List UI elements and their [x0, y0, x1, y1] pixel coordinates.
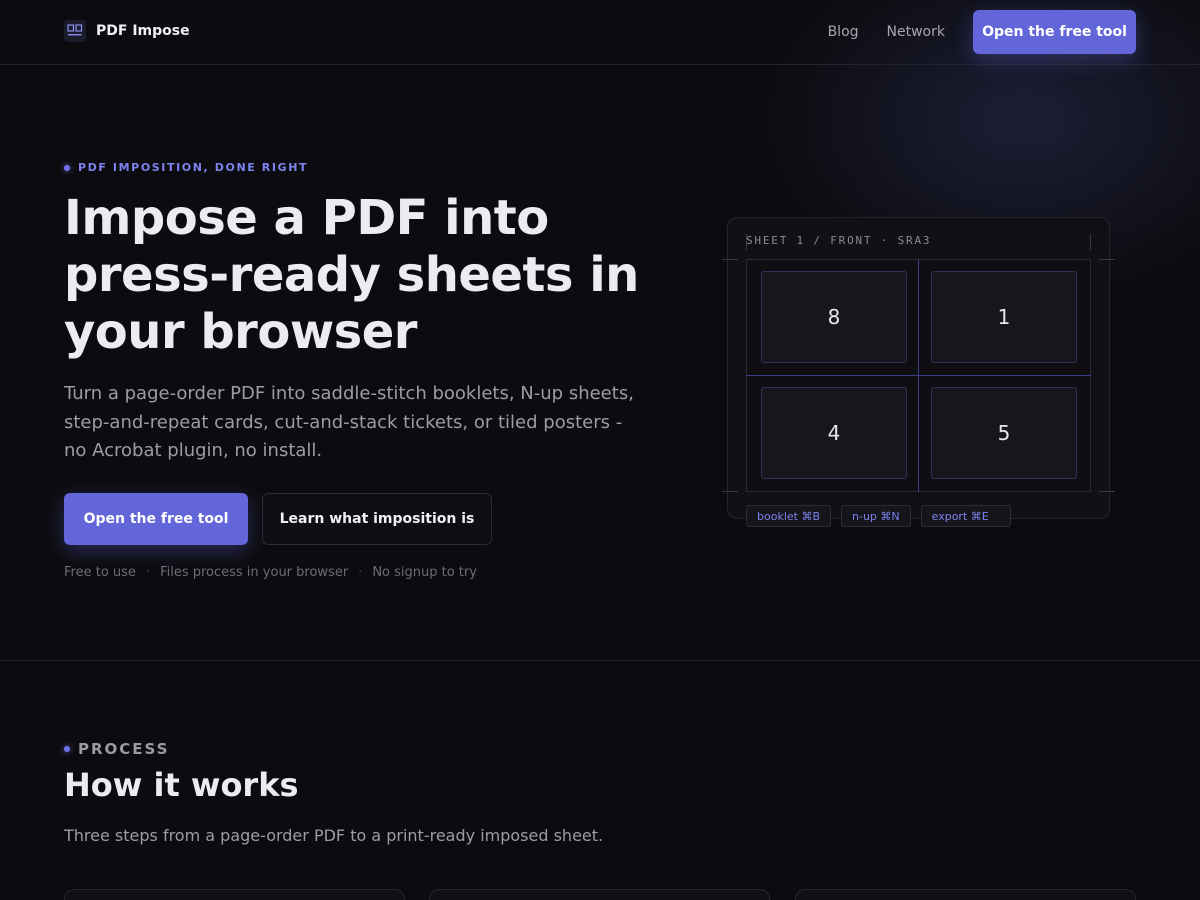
booklet-shortcut-chip[interactable]: booklet ⌘B — [746, 505, 831, 527]
crop-mark — [722, 491, 738, 492]
hero-eyebrow-text: PDF IMPOSITION, DONE RIGHT — [78, 161, 309, 174]
main-nav: Blog Network Open the free tool — [828, 10, 1136, 54]
step-card — [429, 889, 770, 900]
trust-item-free: Free to use — [64, 565, 136, 580]
process-eyebrow: PROCESS — [64, 740, 169, 758]
pdf-impose-logo-icon — [64, 20, 86, 42]
nav-link-blog[interactable]: Blog — [828, 24, 859, 40]
eyebrow-dot-icon — [64, 164, 70, 171]
hero-title: Impose a PDF into press-ready sheets in … — [64, 190, 639, 360]
trust-points: Free to use · Files process in your brow… — [64, 565, 477, 580]
trust-item-browser: Files process in your browser — [160, 565, 349, 580]
fold-line-horizontal — [746, 375, 1091, 376]
crop-mark — [1099, 491, 1115, 492]
crop-mark — [1090, 234, 1091, 250]
step-card — [795, 889, 1136, 900]
hero-eyebrow: PDF IMPOSITION, DONE RIGHT — [64, 161, 308, 174]
header-open-tool-button[interactable]: Open the free tool — [973, 10, 1136, 54]
trust-separator: · — [145, 565, 151, 580]
trust-separator: · — [358, 565, 363, 580]
step-card — [64, 889, 405, 900]
hero-description: Turn a page-order PDF into saddle-stitch… — [64, 383, 634, 461]
page-cell[interactable]: 1 — [931, 271, 1077, 363]
process-description: Three steps from a page-order PDF to a p… — [64, 826, 604, 845]
process-title: How it works — [64, 766, 299, 804]
n-up-shortcut-chip[interactable]: n-up ⌘N — [841, 505, 911, 527]
section-divider — [0, 660, 1200, 661]
learn-imposition-button[interactable]: Learn what imposition is — [262, 493, 492, 545]
nav-link-network[interactable]: Network — [887, 24, 945, 40]
trust-item-no-signup: No signup to try — [372, 565, 477, 580]
sheet-label: SHEET 1 / FRONT · SRA3 — [746, 234, 932, 247]
export-shortcut-chip[interactable]: export ⌘E — [920, 505, 1011, 527]
page-cell[interactable]: 4 — [761, 387, 907, 479]
page-cell[interactable]: 5 — [931, 387, 1077, 479]
top-navigation-bar: PDF Impose Blog Network Open the free to… — [0, 0, 1200, 65]
hero-open-tool-button[interactable]: Open the free tool — [64, 493, 248, 545]
crop-mark — [722, 259, 738, 260]
crop-mark — [746, 234, 747, 250]
crop-mark — [1099, 259, 1115, 260]
shortcut-chips: booklet ⌘B n-up ⌘N export ⌘E — [746, 505, 1011, 527]
brand[interactable]: PDF Impose — [64, 20, 190, 42]
page-cell[interactable]: 8 — [761, 271, 907, 363]
brand-name: PDF Impose — [96, 23, 190, 39]
eyebrow-dot-icon — [64, 746, 70, 752]
hero-actions: Open the free tool Learn what imposition… — [64, 493, 492, 545]
process-eyebrow-text: PROCESS — [78, 740, 170, 758]
